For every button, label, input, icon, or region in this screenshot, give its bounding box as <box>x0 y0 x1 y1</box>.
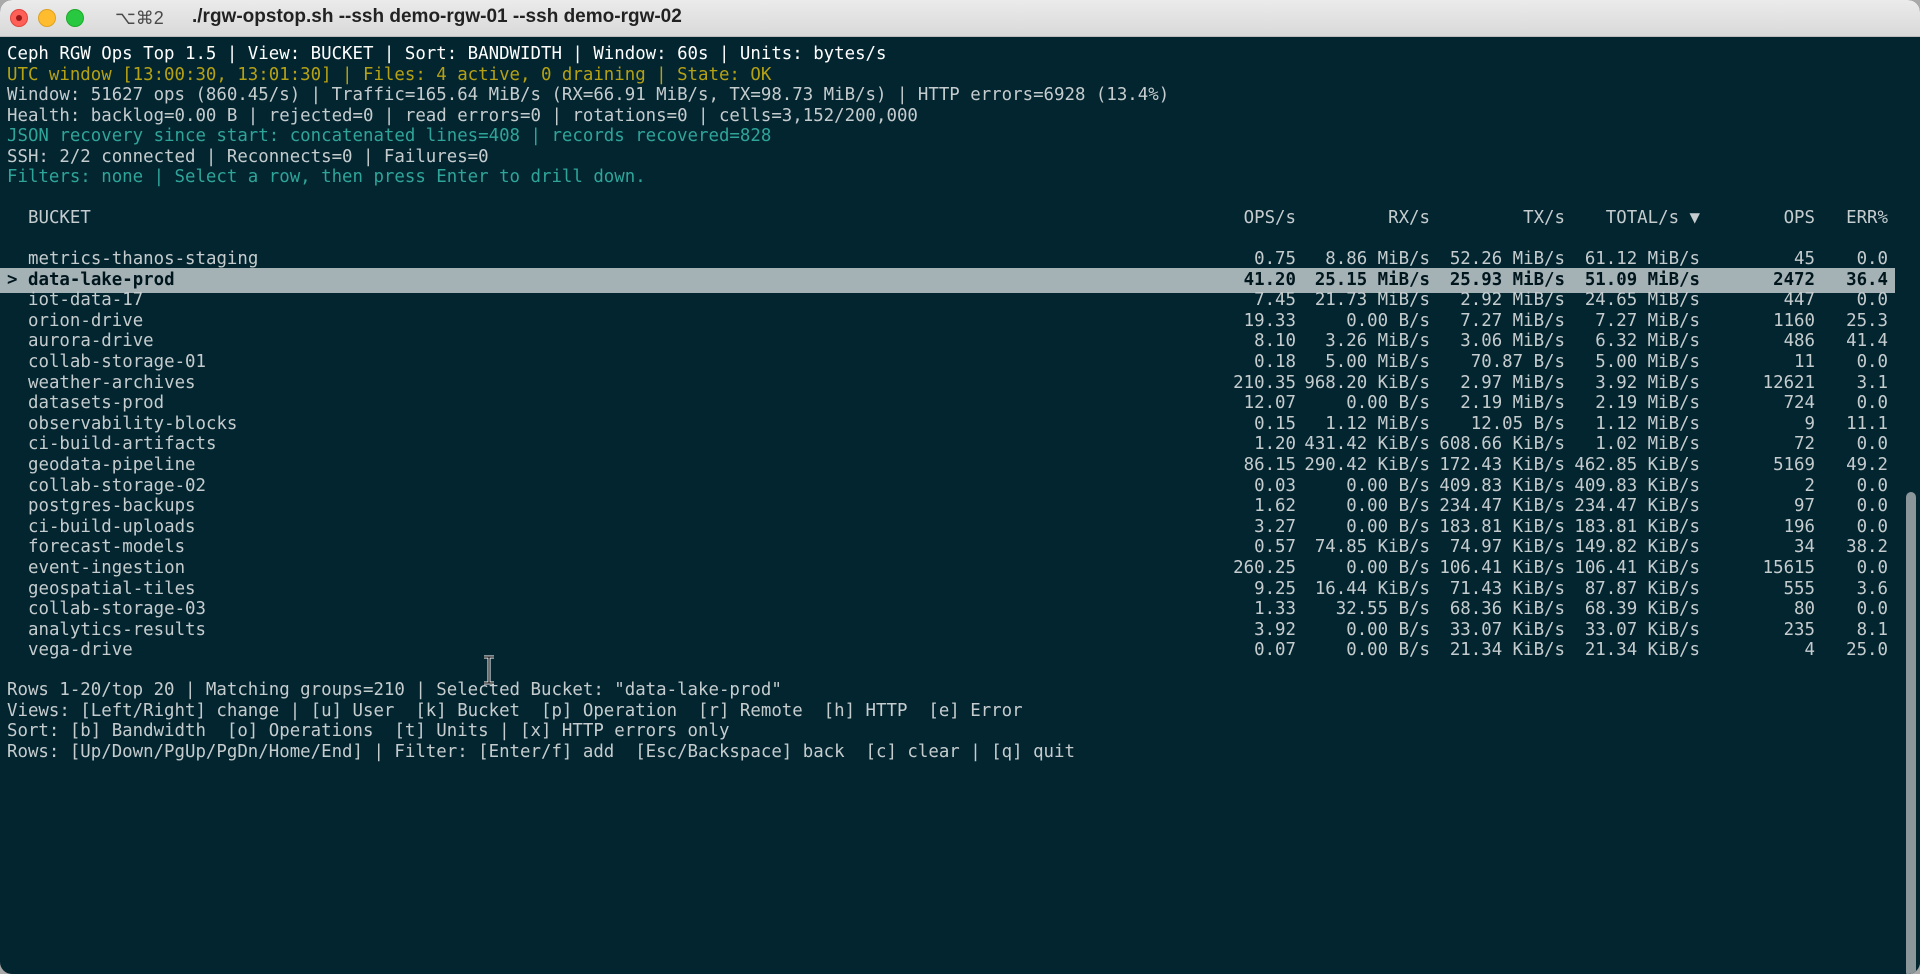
col-tx[interactable]: TX/s <box>1523 206 1565 231</box>
table-row[interactable]: vega-drive 0.07 0.00 B/s 21.34 KiB/s 21.34 K… <box>0 638 1895 663</box>
col-err[interactable]: ERR% <box>1846 206 1888 231</box>
cell-tx: 21.34 KiB/s <box>1449 640 1565 661</box>
cell-total: 21.34 KiB/s <box>1584 640 1700 661</box>
col-rx[interactable]: RX/s <box>1388 206 1430 231</box>
window-shortcut: ⌥⌘2 <box>115 8 164 28</box>
table-header: BUCKET OPS/s RX/s TX/s TOTAL/s ▼ OPS ERR… <box>0 206 1895 231</box>
cell-bucket: vega-drive <box>28 640 133 661</box>
cell-err: 25.0 <box>1846 640 1888 661</box>
filters-line: Filters: none | Select a row, then press… <box>7 167 646 187</box>
col-ops[interactable]: OPS <box>1784 206 1815 231</box>
zoom-button[interactable] <box>66 9 84 27</box>
cell-rx: 0.00 B/s <box>1346 640 1430 661</box>
terminal-content[interactable]: Ceph RGW Ops Top 1.5 | View: BUCKET | So… <box>0 37 1900 974</box>
title-bar[interactable]: ⌥⌘2 ./rgw-opstop.sh --ssh demo-rgw-01 --… <box>0 0 1920 37</box>
cell-ops: 4 <box>1804 640 1815 661</box>
col-total-sorted[interactable]: TOTAL/s ▼ <box>1606 206 1700 231</box>
scrollbar-thumb[interactable] <box>1906 492 1916 974</box>
rows-help: Rows: [Up/Down/PgUp/PgDn/Home/End] | Fil… <box>7 742 1075 762</box>
col-bucket[interactable]: BUCKET <box>28 206 91 231</box>
col-ops-per-sec[interactable]: OPS/s <box>1244 206 1296 231</box>
text-cursor-icon <box>484 655 494 685</box>
scrollbar[interactable] <box>1900 37 1920 974</box>
cell-ops-per-sec: 0.07 <box>1254 640 1296 661</box>
terminal-window: ⌥⌘2 ./rgw-opstop.sh --ssh demo-rgw-01 --… <box>0 0 1920 974</box>
close-button[interactable] <box>10 9 28 27</box>
window-title: ./rgw-opstop.sh --ssh demo-rgw-01 --ssh … <box>192 6 682 27</box>
minimize-button[interactable] <box>38 9 56 27</box>
